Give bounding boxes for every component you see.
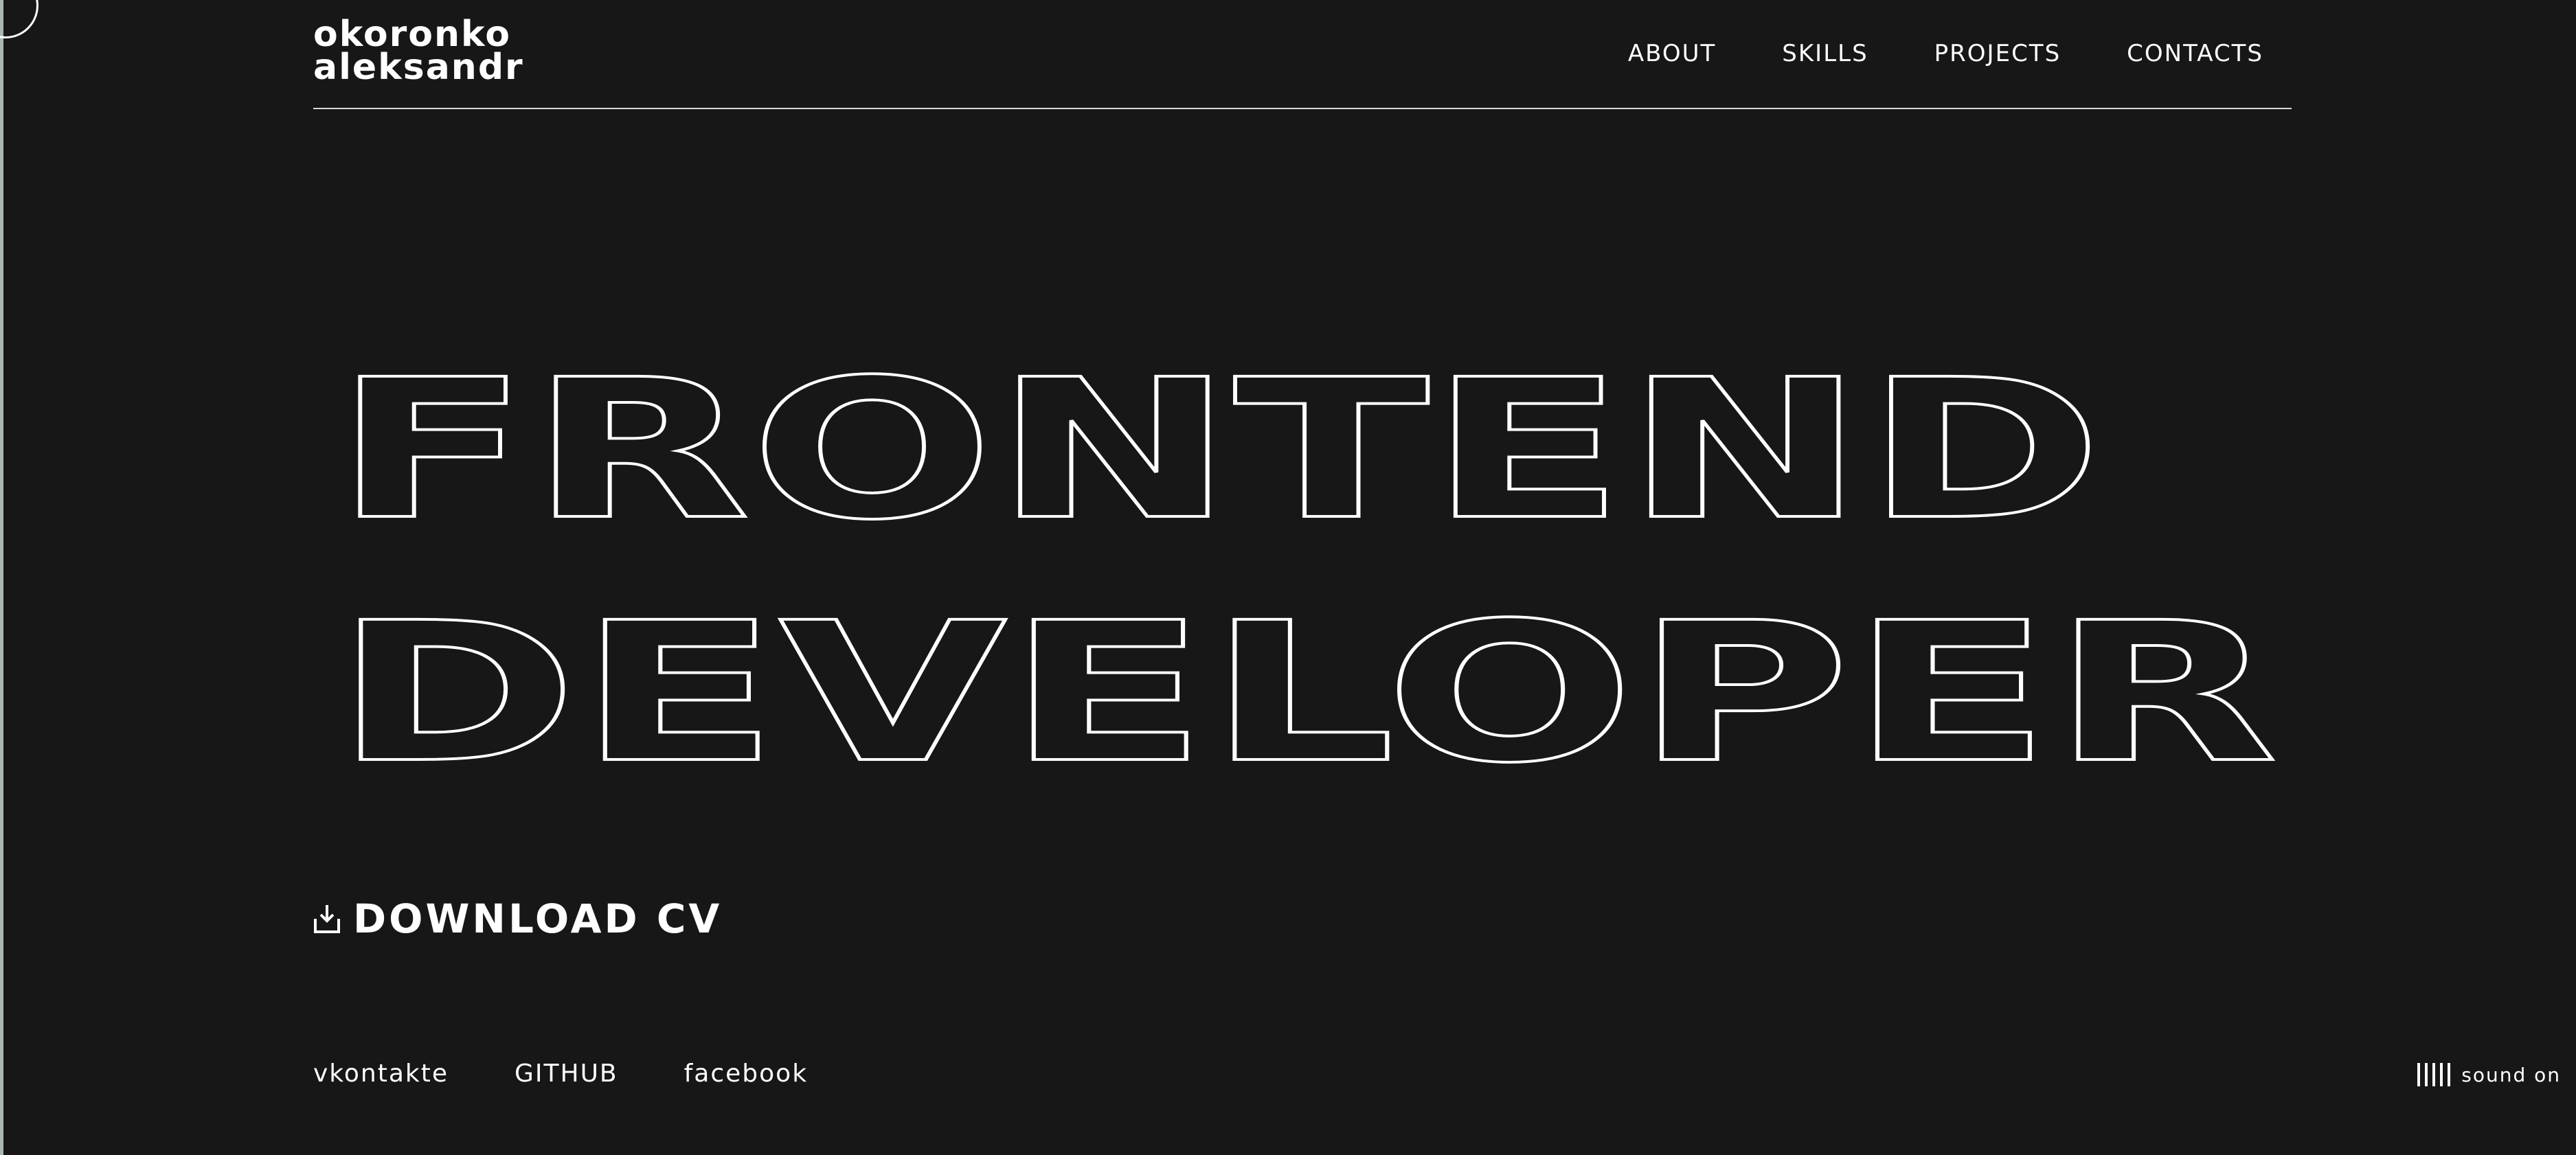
download-icon (314, 905, 340, 933)
hero-title: FRONTEND DEVELOPER (332, 337, 2279, 807)
sound-bars-icon (2417, 1063, 2451, 1086)
hero-title-line-2: DEVELOPER (334, 582, 2278, 805)
sound-toggle-label: sound on (2461, 1063, 2561, 1086)
sound-toggle[interactable]: sound on (2417, 1063, 2561, 1086)
social-links: vkontakte GITHUB facebook (313, 1060, 874, 1088)
hero-section: FRONTEND DEVELOPER (0, 0, 2576, 1155)
download-cv-button[interactable]: download cv (313, 895, 722, 942)
social-link-facebook[interactable]: facebook (684, 1060, 808, 1088)
hero-title-line-1: FRONTEND (334, 339, 2103, 562)
social-link-vkontakte[interactable]: vkontakte (313, 1060, 449, 1088)
download-cv-label: download cv (353, 895, 723, 942)
social-link-github[interactable]: GITHUB (515, 1060, 618, 1088)
